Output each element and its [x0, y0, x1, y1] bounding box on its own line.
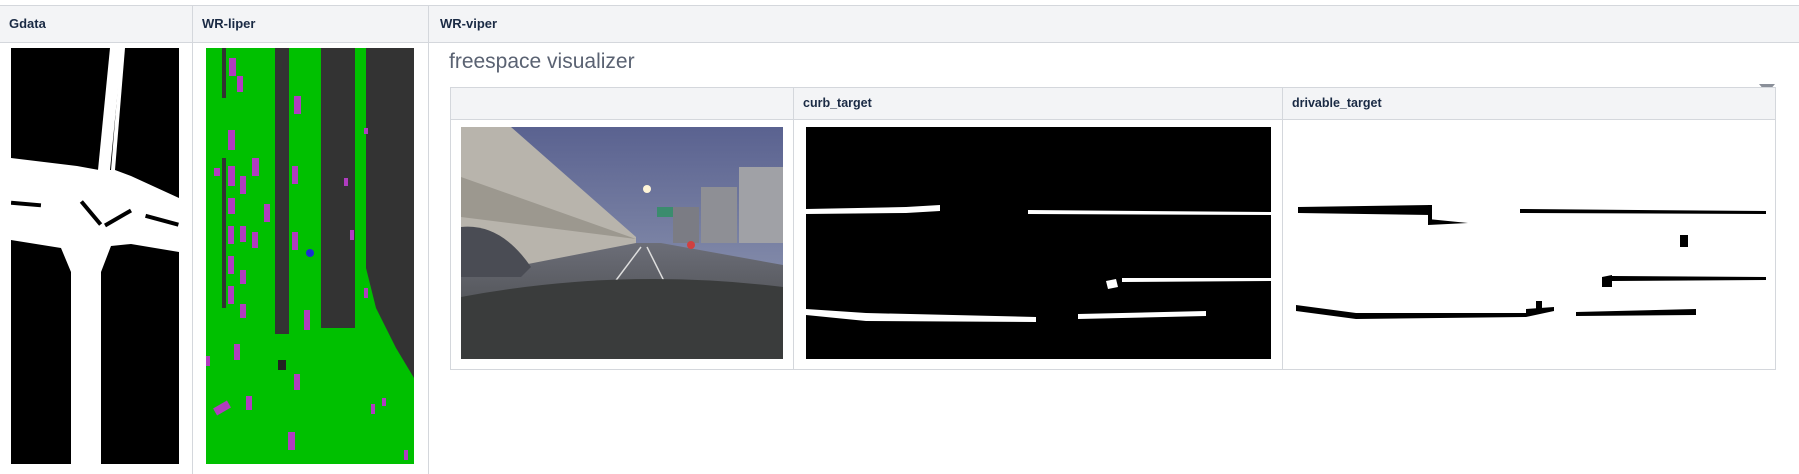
- inner-column-header-drivable-target[interactable]: drivable_target: [1283, 88, 1773, 119]
- column-header-wr-liper[interactable]: WR-liper: [193, 6, 428, 42]
- wr-liper-occupancy-image: [206, 48, 414, 464]
- inner-column-header-image[interactable]: [451, 88, 793, 119]
- drivable-target-mask-image: [1296, 127, 1766, 359]
- column-header-gdata[interactable]: Gdata: [0, 6, 192, 42]
- viper-section-title: freespace visualizer: [449, 50, 635, 73]
- column-divider: [428, 6, 429, 474]
- curb-target-mask-image: [806, 127, 1271, 359]
- inner-column-divider: [793, 88, 794, 369]
- column-header-wr-viper[interactable]: WR-viper: [431, 6, 831, 42]
- inner-column-header-curb-target[interactable]: curb_target: [794, 88, 1282, 119]
- inner-column-divider: [1282, 88, 1283, 369]
- inner-table-header: curb_target drivable_target: [451, 88, 1775, 120]
- gdata-road-map-image: [11, 48, 179, 464]
- column-divider: [192, 6, 193, 474]
- table-header: Gdata WR-liper WR-viper: [0, 6, 1799, 43]
- camera-frame-image: [461, 127, 783, 359]
